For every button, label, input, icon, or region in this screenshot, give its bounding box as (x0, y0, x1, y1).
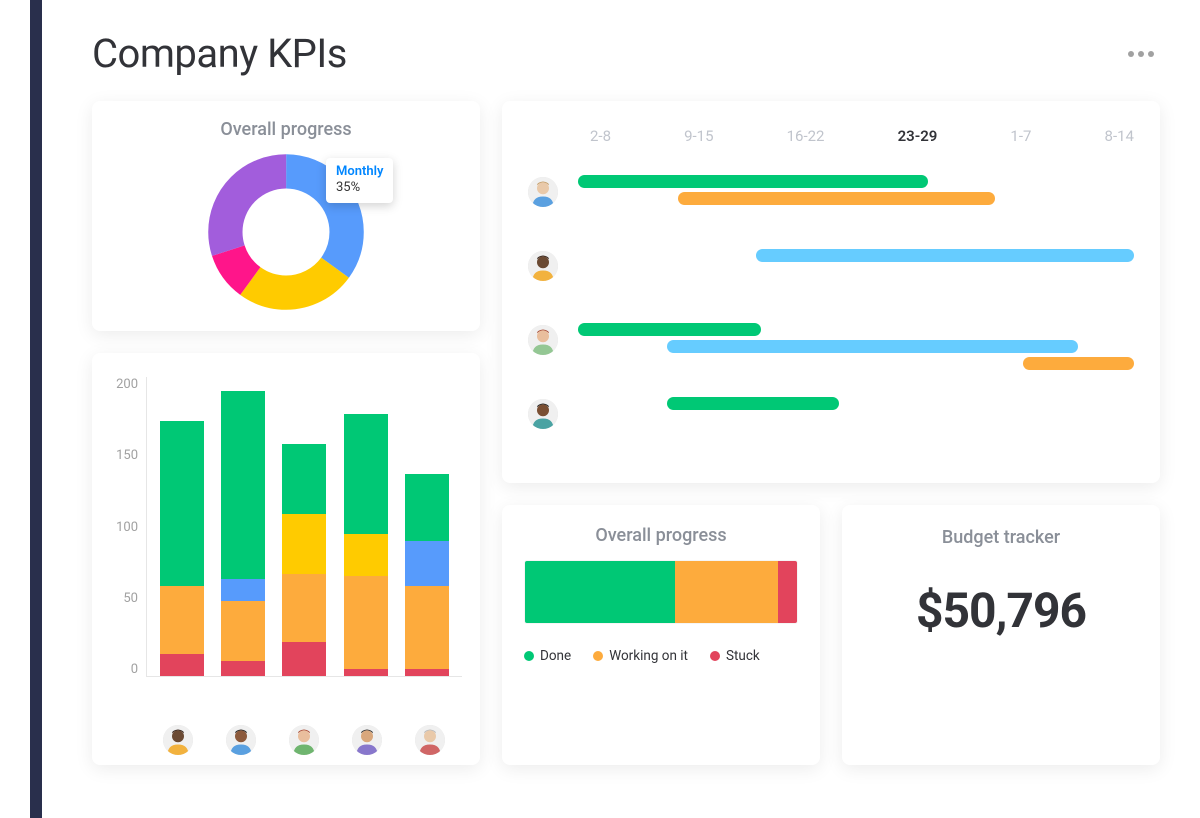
gantt-bar[interactable] (667, 340, 1078, 353)
gantt-bar[interactable] (756, 249, 1134, 262)
bar-segment (344, 534, 388, 576)
bar-column[interactable] (160, 421, 204, 676)
legend-dot-icon (710, 651, 720, 661)
donut-card: Overall progress Monthly 35% (92, 101, 480, 331)
gantt-lane (578, 323, 1134, 367)
stacked-bars-area[interactable] (146, 377, 462, 677)
bar-segment (282, 514, 326, 574)
avatar[interactable] (528, 325, 558, 355)
bar-column[interactable] (282, 444, 326, 677)
gantt-date-col[interactable]: 16-22 (787, 127, 825, 145)
legend-dot-icon (593, 651, 603, 661)
bar-column[interactable] (221, 391, 265, 676)
progress-segment (778, 561, 797, 623)
gantt-lane (578, 397, 1134, 441)
page-title: Company KPIs (92, 30, 347, 77)
y-tick: 100 (116, 520, 138, 535)
bar-segment (221, 601, 265, 661)
avatar[interactable] (528, 399, 558, 429)
bar-segment (405, 586, 449, 669)
donut-tooltip-label: Monthly (336, 164, 383, 180)
gantt-date-col[interactable]: 23-29 (898, 127, 938, 145)
budget-value: $50,796 (866, 582, 1136, 639)
gantt-row (528, 249, 1134, 293)
bar-segment (160, 586, 204, 654)
gantt-lane (578, 249, 1134, 293)
progress-bar[interactable] (524, 560, 798, 624)
bar-segment (405, 541, 449, 586)
avatar[interactable] (528, 177, 558, 207)
gantt-bar[interactable] (1023, 357, 1134, 370)
gantt-date-col[interactable]: 1-7 (1010, 127, 1031, 145)
gantt-date-col[interactable]: 2-8 (590, 127, 611, 145)
avatar[interactable] (528, 251, 558, 281)
bar-segment (160, 654, 204, 677)
progress-legend: Done Working on it Stuck (524, 648, 798, 664)
y-tick: 150 (116, 448, 138, 463)
legend-label: Working on it (609, 648, 688, 664)
donut-tooltip: Monthly 35% (326, 158, 393, 203)
y-tick: 0 (131, 662, 138, 677)
left-rail (30, 0, 42, 818)
bar-segment (160, 421, 204, 586)
donut-hole (252, 198, 321, 267)
avatar[interactable] (289, 725, 319, 755)
progress-card: Overall progress Done Working on it Stuck (502, 505, 820, 765)
more-dot-icon (1128, 51, 1134, 57)
bar-segment (405, 474, 449, 542)
gantt-card: 2-8 9-15 16-22 23-29 1-7 8-14 (502, 101, 1160, 483)
y-tick: 200 (116, 377, 138, 392)
bar-segment (221, 579, 265, 602)
stacked-avatars-row (146, 725, 462, 755)
more-dot-icon (1138, 51, 1144, 57)
gantt-rows (528, 175, 1134, 441)
bar-segment (282, 642, 326, 677)
avatar[interactable] (226, 725, 256, 755)
legend-item: Stuck (710, 648, 760, 664)
gantt-lane (578, 175, 1134, 219)
bar-segment (405, 669, 449, 677)
stacked-y-axis: 200 150 100 50 0 (104, 377, 146, 677)
progress-segment (675, 561, 778, 623)
bar-segment (221, 661, 265, 676)
progress-title: Overall progress (524, 525, 798, 546)
donut-chart[interactable]: Monthly 35% (206, 152, 366, 312)
gantt-row (528, 175, 1134, 219)
gantt-row (528, 397, 1134, 441)
bar-column[interactable] (405, 474, 449, 677)
bar-segment (221, 391, 265, 579)
gantt-row (528, 323, 1134, 367)
legend-item: Working on it (593, 648, 688, 664)
legend-label: Stuck (726, 648, 760, 664)
gantt-bar[interactable] (578, 175, 928, 188)
bar-segment (344, 414, 388, 534)
donut-title: Overall progress (92, 119, 480, 140)
gantt-bar[interactable] (667, 397, 839, 410)
legend-item: Done (524, 648, 571, 664)
bar-column[interactable] (344, 414, 388, 677)
more-menu-button[interactable] (1122, 45, 1160, 63)
legend-dot-icon (524, 651, 534, 661)
bar-segment (344, 669, 388, 677)
budget-card: Budget tracker $50,796 (842, 505, 1160, 765)
gantt-bar[interactable] (578, 323, 761, 336)
more-dot-icon (1148, 51, 1154, 57)
bar-segment (344, 576, 388, 669)
gantt-bar[interactable] (678, 192, 995, 205)
bar-segment (282, 444, 326, 515)
gantt-date-col[interactable]: 9-15 (684, 127, 713, 145)
progress-segment (525, 561, 675, 623)
budget-title: Budget tracker (866, 527, 1136, 548)
avatar[interactable] (415, 725, 445, 755)
legend-label: Done (540, 648, 571, 664)
bar-segment (282, 574, 326, 642)
donut-tooltip-value: 35% (336, 180, 383, 196)
gantt-header: 2-8 9-15 16-22 23-29 1-7 8-14 (590, 127, 1134, 145)
gantt-date-col[interactable]: 8-14 (1105, 127, 1134, 145)
avatar[interactable] (163, 725, 193, 755)
y-tick: 50 (123, 591, 138, 606)
avatar[interactable] (352, 725, 382, 755)
stacked-bar-card: 200 150 100 50 0 (92, 353, 480, 765)
